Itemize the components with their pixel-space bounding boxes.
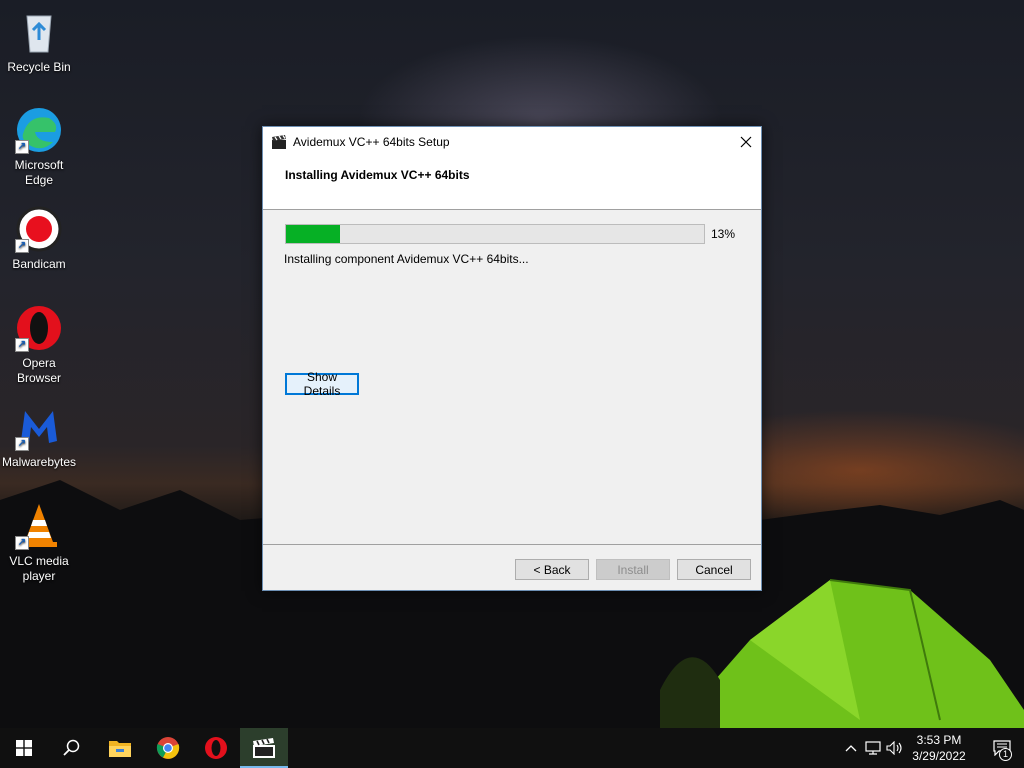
clock-time: 3:53 PM bbox=[916, 733, 962, 747]
desktop-icon-edge[interactable]: ↗ Microsoft Edge bbox=[2, 106, 76, 188]
shortcut-arrow-icon: ↗ bbox=[15, 437, 29, 451]
shortcut-arrow-icon: ↗ bbox=[15, 239, 29, 253]
clock-date: 3/29/2022 bbox=[912, 749, 966, 763]
search-button[interactable] bbox=[48, 728, 96, 768]
network-icon bbox=[865, 741, 881, 755]
show-details-button[interactable]: Show Details bbox=[285, 370, 359, 398]
desktop-icon-recycle-bin[interactable]: Recycle Bin bbox=[2, 8, 76, 75]
close-icon bbox=[740, 136, 752, 148]
volume-button[interactable] bbox=[884, 728, 906, 768]
recycle-bin-icon bbox=[15, 8, 63, 56]
progress-fill bbox=[286, 225, 341, 243]
vlc-icon: ↗ bbox=[15, 502, 63, 550]
progress-bar bbox=[285, 224, 705, 244]
shortcut-arrow-icon: ↗ bbox=[15, 536, 29, 550]
desktop-icon-label: Recycle Bin bbox=[7, 60, 71, 74]
taskbar-file-explorer[interactable] bbox=[96, 728, 144, 768]
opera-icon bbox=[205, 737, 227, 759]
dialog-footer: < Back Install Cancel bbox=[263, 544, 761, 590]
network-button[interactable] bbox=[862, 728, 884, 768]
desktop-icon-bandicam[interactable]: ↗ Bandicam bbox=[2, 205, 76, 272]
desktop-icon-label: Microsoft Edge bbox=[14, 158, 64, 187]
dialog-titlebar[interactable]: Avidemux VC++ 64bits Setup bbox=[263, 127, 761, 157]
close-button[interactable] bbox=[731, 127, 761, 157]
action-center-button[interactable]: 1 bbox=[980, 728, 1024, 768]
opera-icon: ↗ bbox=[15, 304, 63, 352]
chevron-up-icon bbox=[845, 745, 857, 752]
setup-dialog: Avidemux VC++ 64bits Setup Installing Av… bbox=[262, 126, 762, 591]
taskbar-clock[interactable]: 3:53 PM 3/29/2022 bbox=[906, 732, 972, 764]
taskbar-avidemux-setup[interactable] bbox=[240, 728, 288, 768]
taskbar: 3:53 PM 3/29/2022 1 bbox=[0, 728, 1024, 768]
desktop-icon-label: Bandicam bbox=[12, 257, 66, 271]
back-button[interactable]: < Back bbox=[515, 559, 589, 580]
desktop-icon-opera[interactable]: ↗ Opera Browser bbox=[2, 304, 76, 386]
dialog-title: Avidemux VC++ 64bits Setup bbox=[293, 135, 450, 149]
desktop-icon-label: Opera Browser bbox=[16, 356, 61, 385]
tent-illustration bbox=[660, 579, 1024, 730]
show-hidden-icons-button[interactable] bbox=[840, 728, 862, 768]
avidemux-icon bbox=[253, 738, 275, 758]
desktop-icon-vlc[interactable]: ↗ VLC media player bbox=[2, 502, 76, 584]
desktop-icon-malwarebytes[interactable]: ↗ Malwarebytes bbox=[2, 403, 76, 470]
edge-icon: ↗ bbox=[15, 106, 63, 154]
status-text: Installing component Avidemux VC++ 64bit… bbox=[284, 252, 529, 266]
dialog-body: 13% Installing component Avidemux VC++ 6… bbox=[263, 210, 761, 543]
shortcut-arrow-icon: ↗ bbox=[15, 338, 29, 352]
desktop-icon-label: VLC media player bbox=[9, 554, 69, 583]
dialog-header: Installing Avidemux VC++ 64bits bbox=[263, 157, 761, 210]
search-icon bbox=[63, 739, 80, 756]
taskbar-opera[interactable] bbox=[192, 728, 240, 768]
system-tray: 3:53 PM 3/29/2022 1 bbox=[840, 728, 1024, 768]
volume-icon bbox=[886, 741, 902, 755]
malwarebytes-icon: ↗ bbox=[15, 403, 63, 451]
bandicam-icon: ↗ bbox=[15, 205, 63, 253]
cancel-button[interactable]: Cancel bbox=[677, 559, 751, 580]
chrome-icon bbox=[156, 737, 180, 759]
progress-percent: 13% bbox=[711, 227, 736, 241]
desktop-icon-label: Malwarebytes bbox=[1, 455, 77, 469]
shortcut-arrow-icon: ↗ bbox=[15, 140, 29, 154]
install-button[interactable]: Install bbox=[596, 559, 670, 580]
notification-count-badge: 1 bbox=[999, 748, 1012, 761]
file-explorer-icon bbox=[109, 741, 131, 757]
taskbar-chrome[interactable] bbox=[144, 728, 192, 768]
clapperboard-icon bbox=[271, 134, 287, 150]
installing-heading: Installing Avidemux VC++ 64bits bbox=[285, 168, 470, 182]
start-button[interactable] bbox=[0, 728, 48, 768]
windows-start-icon bbox=[16, 740, 32, 756]
